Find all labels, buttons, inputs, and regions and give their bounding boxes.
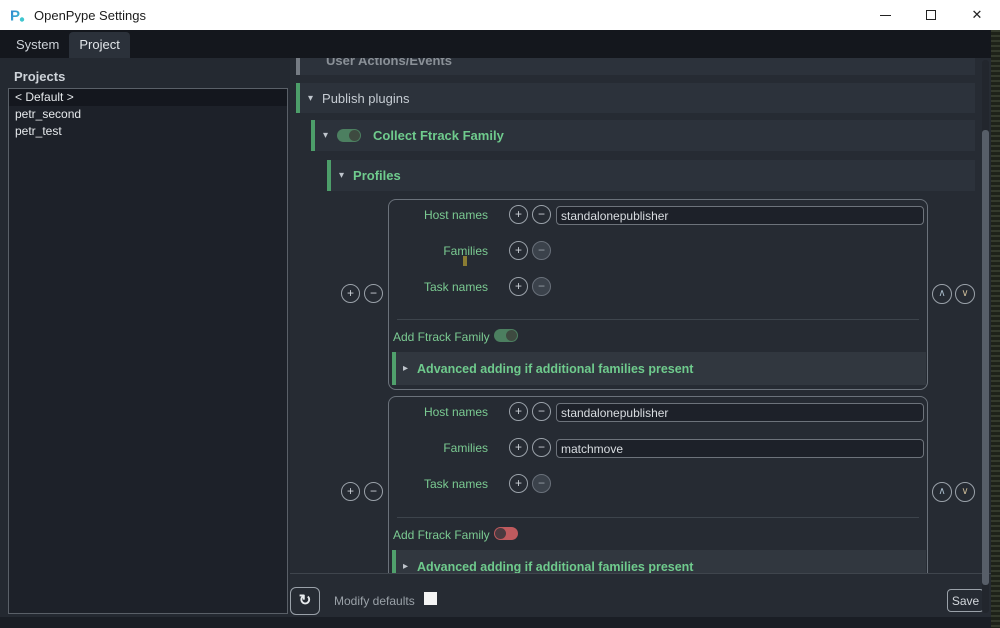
families-label: Families bbox=[393, 244, 488, 258]
modify-defaults-label: Modify defaults bbox=[334, 594, 415, 608]
section-title: Publish plugins bbox=[322, 91, 409, 106]
host-names-add-button[interactable]: + bbox=[509, 402, 528, 421]
add-ftrack-family-toggle[interactable] bbox=[494, 329, 518, 342]
section-title: Profiles bbox=[353, 168, 401, 183]
openpype-settings-window: P OpenPype Settings ✕ System Project Pro… bbox=[0, 0, 1000, 628]
section-user-actions-events[interactable]: User Actions/Events bbox=[296, 58, 975, 75]
section-bar bbox=[311, 120, 315, 151]
settings-main: User Actions/Events ▾ Publish plugins ▾ … bbox=[290, 58, 991, 617]
host-names-label: Host names bbox=[393, 208, 488, 222]
chevron-down-icon: ▾ bbox=[339, 170, 344, 181]
section-bar bbox=[296, 58, 300, 75]
collect-ftrack-family-toggle[interactable] bbox=[337, 129, 361, 142]
settings-scrollview: User Actions/Events ▾ Publish plugins ▾ … bbox=[290, 58, 982, 573]
move-up-button[interactable]: ∧ bbox=[932, 482, 952, 502]
toggle-knob bbox=[506, 330, 517, 341]
families-label: Families bbox=[393, 441, 488, 455]
host-names-input[interactable] bbox=[556, 206, 924, 225]
project-item-petr-second[interactable]: petr_second bbox=[9, 106, 287, 123]
save-button[interactable]: Save bbox=[947, 589, 984, 612]
projects-sidebar: Projects < Default > petr_second petr_te… bbox=[0, 58, 290, 617]
section-title: User Actions/Events bbox=[326, 58, 452, 68]
chevron-right-icon: ▸ bbox=[403, 363, 408, 374]
host-names-add-button[interactable]: + bbox=[509, 205, 528, 224]
minimize-button[interactable] bbox=[862, 0, 908, 30]
footer-bar: ↻ Modify defaults Save bbox=[290, 573, 991, 617]
maximize-icon bbox=[926, 10, 936, 20]
advanced-adding-section[interactable]: ▸ Advanced adding if additional families… bbox=[392, 550, 926, 573]
divider bbox=[397, 319, 919, 320]
close-button[interactable]: ✕ bbox=[954, 0, 1000, 30]
window-bottom-edge bbox=[0, 617, 991, 628]
maximize-button[interactable] bbox=[908, 0, 954, 30]
host-names-label: Host names bbox=[393, 405, 488, 419]
move-up-button[interactable]: ∧ bbox=[932, 284, 952, 304]
profile-card-2: Host names + − Families + − Task names +… bbox=[388, 396, 928, 573]
minimize-icon bbox=[880, 15, 891, 16]
openpype-logo-icon: P bbox=[9, 7, 26, 24]
host-names-input[interactable] bbox=[556, 403, 924, 422]
families-add-button[interactable]: + bbox=[509, 241, 528, 260]
scrollbar-thumb[interactable] bbox=[982, 130, 989, 585]
tab-system[interactable]: System bbox=[6, 32, 69, 58]
profile-2-order-controls: ∧ ∨ bbox=[932, 482, 975, 502]
profile-2-list-controls: + − bbox=[341, 482, 383, 501]
project-item-petr-test[interactable]: petr_test bbox=[9, 123, 287, 140]
toggle-knob bbox=[495, 528, 506, 539]
profile-card-1: Host names + − Families + − Task names +… bbox=[388, 199, 928, 390]
host-names-remove-button[interactable]: − bbox=[532, 205, 551, 224]
section-publish-plugins[interactable]: ▾ Publish plugins bbox=[296, 83, 975, 113]
profile-remove-button[interactable]: − bbox=[364, 482, 383, 501]
task-names-remove-button[interactable]: − bbox=[532, 277, 551, 296]
window-controls: ✕ bbox=[862, 0, 1000, 30]
add-ftrack-family-label: Add Ftrack Family bbox=[393, 330, 490, 344]
advanced-adding-title: Advanced adding if additional families p… bbox=[417, 362, 693, 376]
add-ftrack-family-toggle[interactable] bbox=[494, 527, 518, 540]
add-ftrack-family-label: Add Ftrack Family bbox=[393, 528, 490, 542]
task-names-add-button[interactable]: + bbox=[509, 474, 528, 493]
close-icon: ✕ bbox=[972, 7, 983, 23]
chevron-right-icon: ▸ bbox=[403, 561, 408, 572]
section-bar bbox=[296, 83, 300, 113]
section-profiles[interactable]: ▾ Profiles bbox=[327, 160, 975, 191]
modify-defaults-checkbox[interactable] bbox=[424, 592, 437, 605]
advanced-adding-title: Advanced adding if additional families p… bbox=[417, 560, 693, 574]
profile-1-order-controls: ∧ ∨ bbox=[932, 284, 975, 304]
move-down-button[interactable]: ∨ bbox=[955, 284, 975, 304]
host-names-remove-button[interactable]: − bbox=[532, 402, 551, 421]
task-names-label: Task names bbox=[393, 477, 488, 491]
families-add-button[interactable]: + bbox=[509, 438, 528, 457]
profile-add-button[interactable]: + bbox=[341, 482, 360, 501]
section-collect-ftrack-family[interactable]: ▾ Collect Ftrack Family bbox=[311, 120, 975, 151]
divider bbox=[397, 517, 919, 518]
section-bar bbox=[327, 160, 331, 191]
toggle-knob bbox=[349, 130, 360, 141]
window-right-edge bbox=[991, 30, 1000, 628]
families-marker bbox=[463, 256, 467, 266]
refresh-button[interactable]: ↻ bbox=[290, 587, 320, 615]
families-input[interactable] bbox=[556, 439, 924, 458]
svg-text:P: P bbox=[10, 7, 20, 24]
chevron-down-icon: ▾ bbox=[308, 93, 313, 104]
task-names-label: Task names bbox=[393, 280, 488, 294]
project-item-default[interactable]: < Default > bbox=[9, 89, 287, 106]
task-names-add-button[interactable]: + bbox=[509, 277, 528, 296]
families-remove-button[interactable]: − bbox=[532, 241, 551, 260]
profile-add-button[interactable]: + bbox=[341, 284, 360, 303]
families-remove-button[interactable]: − bbox=[532, 438, 551, 457]
projects-heading: Projects bbox=[14, 69, 65, 84]
advanced-adding-section[interactable]: ▸ Advanced adding if additional families… bbox=[392, 352, 926, 385]
window-title: OpenPype Settings bbox=[34, 8, 146, 23]
profile-remove-button[interactable]: − bbox=[364, 284, 383, 303]
section-title: Collect Ftrack Family bbox=[373, 128, 504, 143]
titlebar: P OpenPype Settings ✕ bbox=[0, 0, 1000, 30]
chevron-down-icon: ▾ bbox=[323, 130, 328, 141]
move-down-button[interactable]: ∨ bbox=[955, 482, 975, 502]
vertical-scrollbar bbox=[982, 60, 989, 613]
tab-project[interactable]: Project bbox=[69, 32, 129, 58]
task-names-remove-button[interactable]: − bbox=[532, 474, 551, 493]
tab-bar: System Project bbox=[0, 30, 1000, 58]
profile-1-list-controls: + − bbox=[341, 284, 383, 303]
project-list: < Default > petr_second petr_test bbox=[8, 88, 288, 614]
